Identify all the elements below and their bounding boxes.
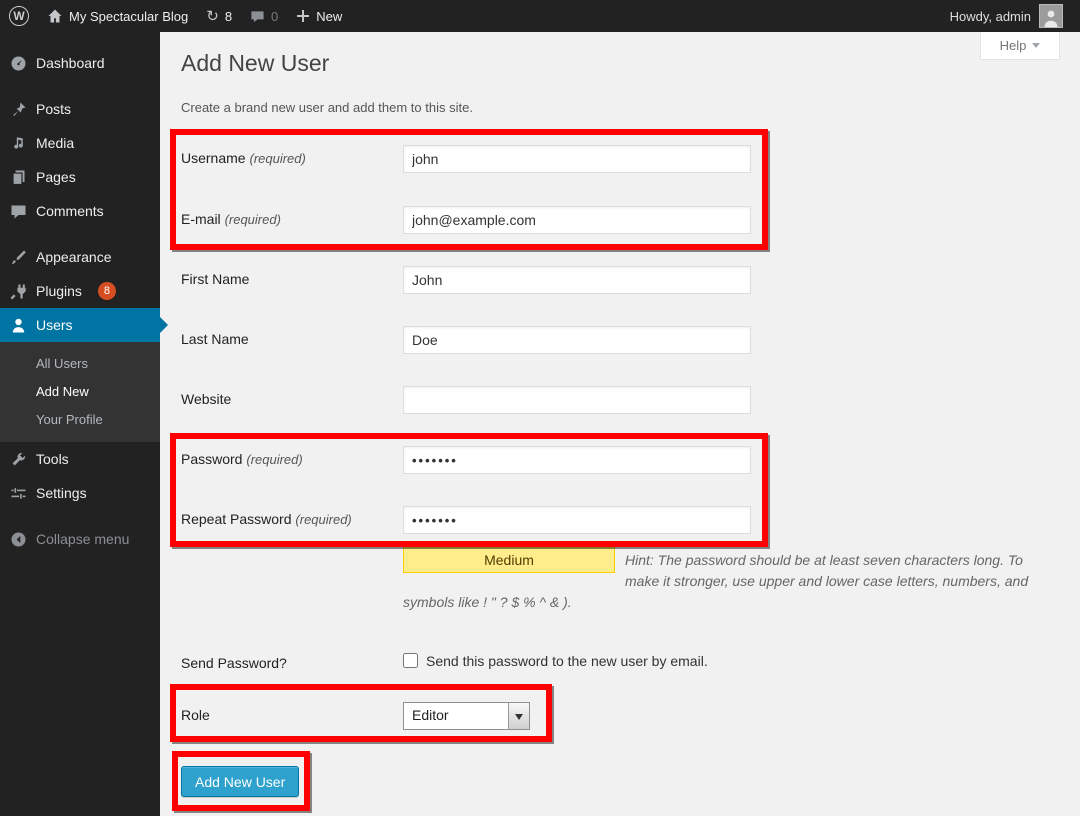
comment-bubble-icon xyxy=(250,9,265,24)
help-label: Help xyxy=(1000,38,1027,53)
password-strength-area: Medium Hint: The password should be at l… xyxy=(403,547,1037,613)
last-name-label: Last Name xyxy=(181,326,403,354)
email-label: E-mail (required) xyxy=(181,206,403,234)
username-row: Username (required) xyxy=(181,145,751,173)
role-select[interactable]: Editor xyxy=(403,702,530,730)
sidebar-item-pages[interactable]: Pages xyxy=(0,160,160,194)
sidebar-item-posts[interactable]: Posts xyxy=(0,92,160,126)
role-row: Role Editor xyxy=(181,702,530,730)
page-description: Create a brand new user and add them to … xyxy=(181,100,473,115)
plugin-icon xyxy=(9,282,27,300)
avatar xyxy=(1039,4,1063,28)
send-password-checkbox[interactable] xyxy=(403,653,418,668)
repeat-password-input[interactable] xyxy=(403,506,751,534)
chevron-down-icon xyxy=(1032,43,1040,52)
first-name-input[interactable] xyxy=(403,266,751,294)
password-strength-meter: Medium xyxy=(403,547,615,573)
plus-icon xyxy=(296,9,310,23)
help-button[interactable]: Help xyxy=(980,32,1060,60)
submenu-item-all-users[interactable]: All Users xyxy=(0,350,160,378)
submenu-item-your-profile[interactable]: Your Profile xyxy=(0,406,160,434)
sidebar-item-users[interactable]: Users xyxy=(0,308,160,342)
select-dropdown-button[interactable] xyxy=(508,703,529,729)
send-password-checkbox-label: Send this password to the new user by em… xyxy=(426,653,708,669)
appearance-icon xyxy=(9,248,27,266)
home-icon xyxy=(47,8,63,24)
updates-icon: ↻ xyxy=(206,9,219,24)
sidebar-item-plugins[interactable]: Plugins 8 xyxy=(0,274,160,308)
sidebar-item-label: Media xyxy=(36,135,74,151)
page-title: Add New User xyxy=(181,50,329,77)
sidebar-item-label: Users xyxy=(36,317,73,333)
username-input[interactable] xyxy=(403,145,751,173)
role-select-value: Editor xyxy=(404,703,508,729)
website-row: Website xyxy=(181,386,751,414)
tools-icon xyxy=(9,450,27,468)
site-name-link[interactable]: My Spectacular Blog xyxy=(38,0,197,32)
sidebar-item-comments[interactable]: Comments xyxy=(0,194,160,228)
dashboard-icon xyxy=(9,54,27,72)
sidebar-item-appearance[interactable]: Appearance xyxy=(0,240,160,274)
website-input[interactable] xyxy=(403,386,751,414)
username-label: Username (required) xyxy=(181,145,403,173)
repeat-password-row: Repeat Password (required) xyxy=(181,506,751,534)
admin-sidebar: Dashboard Posts Media Pages Comments xyxy=(0,32,160,816)
sidebar-item-label: Comments xyxy=(36,203,104,219)
plugins-update-badge: 8 xyxy=(98,282,116,300)
email-row: E-mail (required) xyxy=(181,206,751,234)
main-content: Help Add New User Create a brand new use… xyxy=(160,32,1080,816)
users-submenu: All Users Add New Your Profile xyxy=(0,342,160,442)
sidebar-item-media[interactable]: Media xyxy=(0,126,160,160)
media-icon xyxy=(9,134,27,152)
comment-count: 0 xyxy=(271,9,278,24)
email-input[interactable] xyxy=(403,206,751,234)
password-row: Password (required) xyxy=(181,446,751,474)
wordpress-logo-icon: W xyxy=(9,6,29,26)
collapse-menu-button[interactable]: Collapse menu xyxy=(0,522,160,556)
sidebar-item-settings[interactable]: Settings xyxy=(0,476,160,510)
password-label: Password (required) xyxy=(181,446,403,474)
comments-icon xyxy=(9,202,27,220)
sidebar-item-label: Settings xyxy=(36,485,87,501)
sidebar-item-label: Dashboard xyxy=(36,55,105,71)
sidebar-item-label: Posts xyxy=(36,101,71,117)
site-name-label: My Spectacular Blog xyxy=(69,9,188,24)
chevron-down-icon xyxy=(515,714,523,724)
role-label: Role xyxy=(181,702,403,730)
my-account-link[interactable]: Howdy, admin xyxy=(941,0,1080,32)
wordpress-menu[interactable]: W xyxy=(0,0,38,32)
send-password-row: Send Password? Send this password to the… xyxy=(181,650,708,671)
last-name-input[interactable] xyxy=(403,326,751,354)
repeat-password-label: Repeat Password (required) xyxy=(181,506,403,534)
sidebar-item-tools[interactable]: Tools xyxy=(0,442,160,476)
collapse-menu-label: Collapse menu xyxy=(36,531,129,547)
howdy-label: Howdy, admin xyxy=(950,9,1031,24)
password-input[interactable] xyxy=(403,446,751,474)
sidebar-item-label: Plugins xyxy=(36,283,82,299)
updates-link[interactable]: ↻ 8 xyxy=(197,0,241,32)
sidebar-item-dashboard[interactable]: Dashboard xyxy=(0,46,160,80)
users-icon xyxy=(9,316,27,334)
submenu-item-add-new[interactable]: Add New xyxy=(0,378,160,406)
last-name-row: Last Name xyxy=(181,326,751,354)
add-new-user-button[interactable]: Add New User xyxy=(181,766,299,797)
first-name-label: First Name xyxy=(181,266,403,294)
active-menu-arrow xyxy=(160,317,176,333)
new-content-link[interactable]: New xyxy=(287,0,351,32)
admin-bar: W My Spectacular Blog ↻ 8 0 New Howdy, a… xyxy=(0,0,1080,32)
settings-icon xyxy=(9,484,27,502)
first-name-row: First Name xyxy=(181,266,751,294)
sidebar-item-label: Appearance xyxy=(36,249,112,265)
pages-icon xyxy=(9,168,27,186)
update-count: 8 xyxy=(225,9,232,24)
new-label: New xyxy=(316,9,342,24)
send-password-label: Send Password? xyxy=(181,650,403,671)
website-label: Website xyxy=(181,386,403,414)
sidebar-item-label: Pages xyxy=(36,169,76,185)
collapse-arrow-icon xyxy=(9,530,27,548)
pushpin-icon xyxy=(9,100,27,118)
comments-link[interactable]: 0 xyxy=(241,0,287,32)
sidebar-item-label: Tools xyxy=(36,451,69,467)
